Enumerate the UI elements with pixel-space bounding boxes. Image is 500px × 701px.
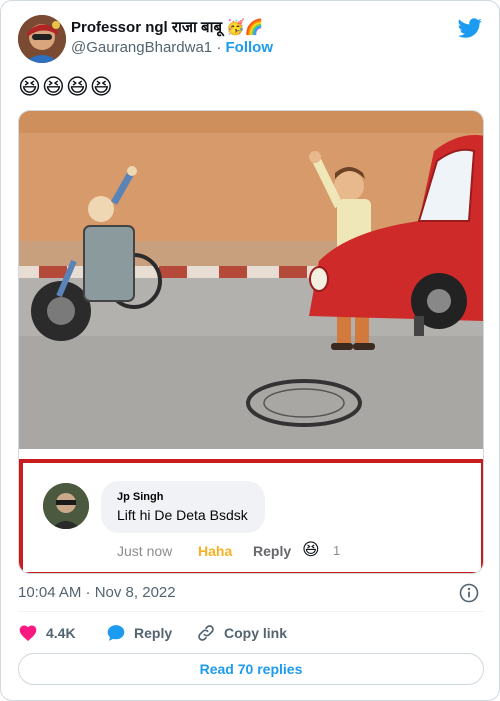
commenter-avatar [43, 483, 89, 529]
heart-icon [19, 625, 37, 641]
cartoon-image [19, 111, 483, 449]
author-handle[interactable]: @GaurangBhardwa1 [71, 39, 212, 56]
link-icon [198, 625, 214, 641]
comment-text: Lift hi De Deta Bsdsk [117, 507, 248, 523]
comment-reaction-count: 1 [333, 543, 341, 558]
comment-haha-label: Haha [198, 543, 233, 559]
reply-label: Reply [134, 625, 173, 641]
comment-bubble: Jp Singh Lift hi De Deta Bsdsk [101, 481, 265, 533]
twitter-bird-icon[interactable] [458, 16, 482, 40]
info-icon[interactable] [459, 583, 479, 603]
copy-link-label: Copy link [224, 625, 288, 641]
author-display-name[interactable]: Professor ngl राजा बाबू 🥳🌈 [71, 17, 264, 37]
divider [18, 611, 484, 612]
comment-time: Just now [117, 543, 173, 559]
follow-button[interactable]: Follow [226, 39, 274, 56]
tweet-card: Professor ngl राजा बाबू 🥳🌈 @GaurangBhard… [0, 0, 500, 701]
comment-reply-label: Reply [253, 543, 292, 559]
tweet-text: 😆😆😆😆 [18, 74, 114, 99]
author-avatar[interactable] [18, 15, 66, 63]
reply-button[interactable]: Reply [106, 621, 172, 645]
embedded-comment: Jp Singh Lift hi De Deta Bsdsk Just now … [19, 459, 483, 573]
laughing-emoji-icon: 😆 [302, 540, 320, 559]
like-count: 4.4K [46, 625, 76, 641]
tweet-timestamp[interactable]: 10:04 AM · Nov 8, 2022 [18, 584, 176, 601]
separator-dot: · [216, 39, 222, 56]
comment-author: Jp Singh [117, 491, 164, 503]
copy-link-button[interactable]: Copy link [196, 621, 287, 645]
like-button[interactable]: 4.4K [18, 621, 76, 645]
read-replies-button[interactable]: Read 70 replies [18, 653, 484, 685]
author-handle-row: @GaurangBhardwa1 · Follow [71, 39, 273, 56]
tweet-media[interactable]: Jp Singh Lift hi De Deta Bsdsk Just now … [18, 110, 484, 574]
reply-bubble-icon [107, 625, 125, 641]
